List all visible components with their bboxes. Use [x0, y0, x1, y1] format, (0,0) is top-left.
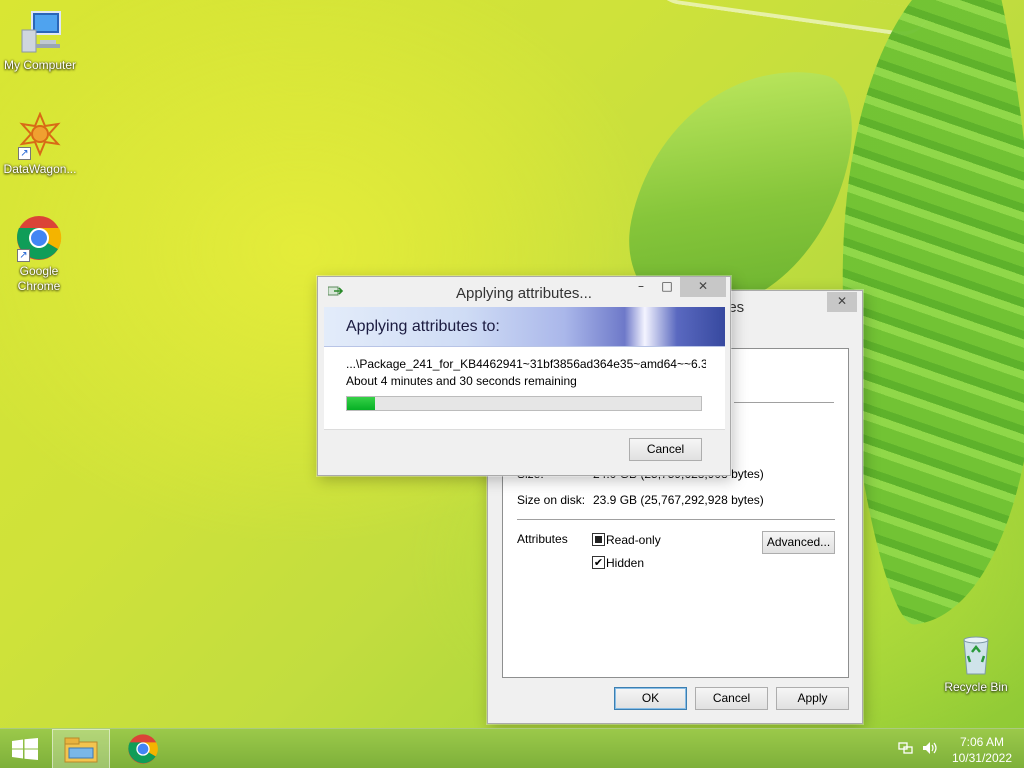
- dialog-footer: Cancel: [324, 429, 725, 467]
- desktop-icon-label: DataWagon...: [3, 162, 77, 176]
- attributes-label: Attributes: [517, 532, 568, 546]
- time-remaining-text: About 4 minutes and 30 seconds remaining: [346, 374, 577, 388]
- taskbar-clock[interactable]: 7:06 AM 10/31/2022: [952, 734, 1012, 766]
- dialog-body: ...\Package_241_for_KB4462941~31bf3856ad…: [324, 347, 725, 429]
- start-button[interactable]: [0, 729, 50, 768]
- taskbar-chrome[interactable]: [114, 729, 172, 768]
- checkmark-icon: ✔: [593, 556, 604, 569]
- file-path-text: ...\Package_241_for_KB4462941~31bf3856ad…: [346, 357, 706, 371]
- clock-time: 7:06 AM: [959, 735, 1004, 749]
- applying-attributes-dialog: Applying attributes... – □ ✕ Applying at…: [317, 276, 731, 476]
- dialog-title: Applying attributes...: [456, 285, 592, 302]
- progress-bar-fill: [347, 397, 376, 410]
- dialog-banner: Applying attributes to:: [324, 307, 725, 347]
- desktop-icon-label: Google Chrome: [17, 264, 61, 293]
- indeterminate-mark-icon: [595, 536, 602, 543]
- shortcut-arrow-icon: ↗: [18, 147, 31, 160]
- desktop-icon-my-computer[interactable]: My Computer: [0, 8, 80, 73]
- dialog-titlebar[interactable]: Applying attributes... – □ ✕: [318, 277, 730, 307]
- desktop-icon-label: Recycle Bin: [944, 680, 1008, 694]
- recycle-bin-icon: [952, 630, 1000, 678]
- datawagon-icon: ↗: [16, 111, 64, 160]
- desktop-icon-label: My Computer: [3, 58, 77, 72]
- close-button[interactable]: ✕: [827, 292, 857, 312]
- cancel-button[interactable]: Cancel: [629, 438, 702, 461]
- network-icon[interactable]: [898, 741, 914, 759]
- clock-date: 10/31/2022: [951, 751, 1012, 765]
- close-button[interactable]: ✕: [680, 277, 726, 297]
- desktop-icon-google-chrome[interactable]: ↗ Google Chrome: [0, 214, 78, 294]
- wallpaper-stem: [649, 0, 931, 40]
- progress-bar: [346, 396, 702, 411]
- apply-button[interactable]: Apply: [776, 687, 849, 710]
- file-explorer-icon: [64, 737, 98, 763]
- desktop-icon-datawagon[interactable]: ↗ DataWagon...: [0, 111, 80, 177]
- computer-icon: [16, 8, 64, 56]
- chrome-icon: ↗: [15, 214, 63, 262]
- dialog-app-icon: [327, 285, 344, 302]
- windows-logo-icon: [12, 738, 38, 760]
- hidden-label[interactable]: Hidden: [606, 556, 644, 570]
- minimize-button[interactable]: –: [628, 277, 654, 297]
- separator: [517, 519, 835, 520]
- cancel-button[interactable]: Cancel: [695, 687, 768, 710]
- separator: [734, 402, 834, 403]
- maximize-button[interactable]: □: [654, 277, 680, 297]
- size-on-disk-label: Size on disk:: [517, 493, 586, 507]
- dialog-heading: Applying attributes to:: [346, 318, 500, 335]
- taskbar: 7:06 AM 10/31/2022: [0, 728, 1024, 768]
- readonly-label[interactable]: Read-only: [606, 533, 661, 547]
- ok-button[interactable]: OK: [614, 687, 687, 710]
- size-on-disk-value: 23.9 GB (25,767,292,928 bytes): [593, 493, 764, 507]
- readonly-checkbox[interactable]: [592, 533, 605, 546]
- volume-icon[interactable]: [922, 741, 938, 759]
- advanced-button[interactable]: Advanced...: [762, 531, 835, 554]
- shortcut-arrow-icon: ↗: [17, 249, 30, 262]
- taskbar-file-explorer[interactable]: [52, 729, 110, 768]
- chrome-icon: [128, 734, 158, 764]
- desktop-icon-recycle-bin[interactable]: Recycle Bin: [936, 630, 1016, 695]
- hidden-checkbox[interactable]: ✔: [592, 556, 605, 569]
